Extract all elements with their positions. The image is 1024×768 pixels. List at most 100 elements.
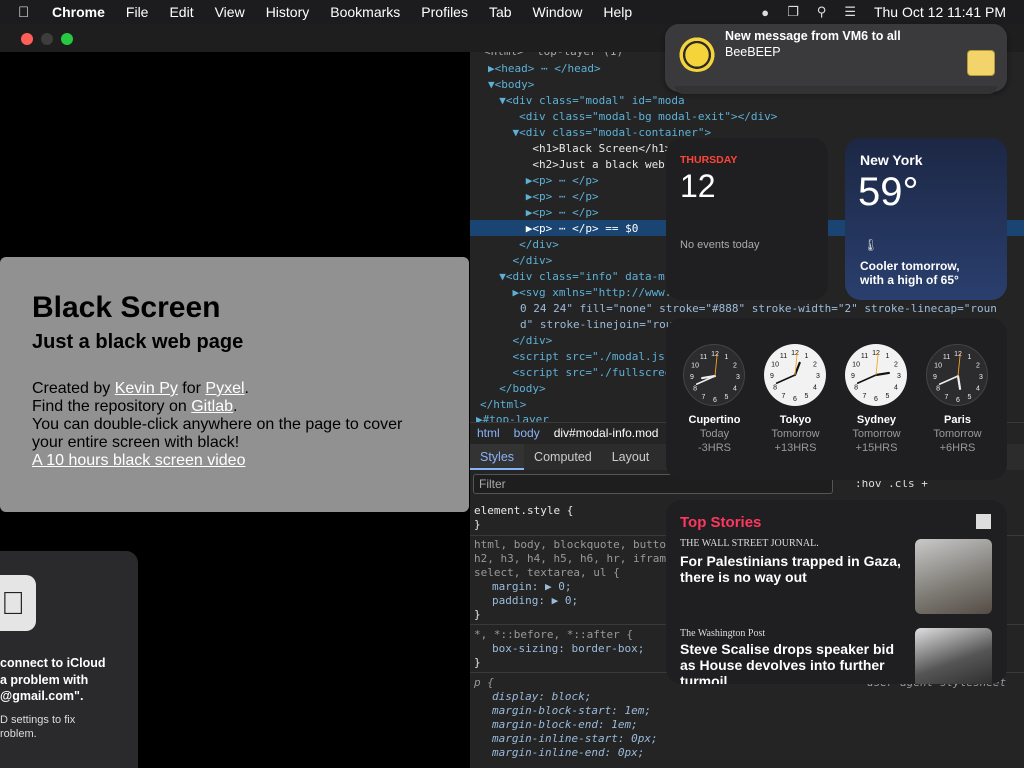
world-clock-widget[interactable]: 1 2 3 4 5 6 7 8 9 10 11 12 Cupertino Today -3HRS 1 2 3 4 5 6…	[666, 318, 1007, 480]
dom-line[interactable]: ▶#top-layer	[476, 412, 549, 422]
box-sizing-property[interactable]: box-sizing: border-box;	[492, 642, 644, 656]
beebeep-status-icon[interactable]: ●	[761, 5, 769, 20]
dom-line[interactable]: <h1>Black Screen</h1>	[486, 141, 671, 157]
kevin-py-link[interactable]: Kevin Py	[115, 380, 178, 397]
dom-line[interactable]: ▼<div class="modal" id="moda	[486, 93, 684, 109]
svg-text:11: 11	[700, 354, 707, 361]
svg-text:9: 9	[933, 374, 937, 381]
news-thumbnail[interactable]	[915, 539, 992, 614]
ua-property[interactable]: margin-block-start: 1em;	[492, 704, 651, 718]
ua-property[interactable]: display: block;	[492, 690, 591, 704]
clock-city: Tokyo	[779, 414, 812, 426]
close-window-button[interactable]	[21, 33, 33, 45]
tab-styles[interactable]: Styles	[470, 444, 525, 470]
svg-text:5: 5	[886, 393, 890, 400]
black-screen-video-link[interactable]: A 10 hours black screen video	[32, 452, 245, 469]
dom-line[interactable]: <div class="modal-bg modal-exit"></div>	[486, 109, 777, 125]
menu-view[interactable]: View	[215, 4, 245, 20]
svg-text:10: 10	[934, 363, 942, 370]
icloud-alert-body: D settings to fix roblem.	[0, 714, 76, 740]
dom-line[interactable]: <h2>Just a black web	[486, 157, 664, 173]
menubar-clock[interactable]: Thu Oct 12 11:41 PM	[874, 4, 1006, 20]
news-headline[interactable]: Steve Scalise drops speaker bid as House…	[680, 641, 902, 684]
screen-mirroring-icon[interactable]: ❐	[787, 4, 799, 20]
svg-text:12: 12	[791, 350, 799, 357]
menu-bookmarks[interactable]: Bookmarks	[330, 4, 400, 20]
page-title: Black Screen	[32, 291, 221, 324]
menu-window[interactable]: Window	[533, 4, 583, 20]
apple-menu-icon[interactable]: 	[18, 4, 38, 21]
dom-line-selected[interactable]: ▶<p> ⋯ </p> == $0	[486, 221, 639, 237]
rule-selector[interactable]: h2, h3, h4, h5, h6, hr, ifram	[474, 552, 666, 566]
dom-line[interactable]: ▶<p> ⋯ </p>	[486, 189, 599, 205]
rule-selector[interactable]: html, body, blockquote, butto	[474, 538, 666, 552]
dom-line[interactable]: ▼<div class="info" data-m	[486, 269, 665, 285]
svg-text:5: 5	[805, 393, 809, 400]
dom-line[interactable]: </div>	[486, 253, 552, 269]
rule-selector[interactable]: select, textarea, ul {	[474, 566, 620, 580]
menu-edit[interactable]: Edit	[169, 4, 193, 20]
ua-property[interactable]: margin-inline-end: 0px;	[492, 746, 644, 760]
dom-line[interactable]: ▶<svg xmlns="http://www.	[486, 285, 671, 301]
margin-property[interactable]: margin: ▶ 0;	[492, 580, 571, 594]
menu-help[interactable]: Help	[603, 4, 632, 20]
icloud-alert[interactable]:  connect to iCloud a problem with @gmai…	[0, 551, 138, 768]
rule-selector[interactable]: p {	[474, 676, 494, 690]
double-click-hint: You can double-click anywhere on the pag…	[32, 416, 403, 451]
menu-tab[interactable]: Tab	[489, 4, 512, 20]
news-thumbnail[interactable]	[915, 628, 992, 684]
dom-line[interactable]: ▶<p> ⋯ </p>	[486, 205, 599, 221]
weather-widget[interactable]: New York 59° 🌡 Cooler tomorrow, with a h…	[845, 138, 1007, 300]
rule-selector[interactable]: *, *::before, *::after {	[474, 628, 633, 642]
dom-line[interactable]: ▼<body>	[488, 77, 534, 93]
news-widget[interactable]: Top Stories THE WALL STREET JOURNAL. For…	[666, 500, 1007, 684]
pyxel-link[interactable]: Pyxel	[205, 380, 244, 397]
ua-property[interactable]: margin-inline-start: 0px;	[492, 732, 658, 746]
clock-city: Paris	[944, 414, 971, 426]
svg-text:1: 1	[886, 353, 890, 360]
dom-line[interactable]: <script src="./modal.js"	[486, 349, 671, 365]
spotlight-search-icon[interactable]: ⚲	[817, 4, 827, 20]
notification-subtitle: BeeBEEP	[725, 45, 781, 59]
calendar-widget[interactable]: THURSDAY 12 No events today	[666, 138, 828, 300]
repository-line: Find the repository on Gitlab.	[32, 398, 238, 415]
dom-line[interactable]: <script src="./fullscree	[486, 365, 671, 381]
menu-profiles[interactable]: Profiles	[421, 4, 468, 20]
dom-line[interactable]: <html> top-layer (1)	[484, 52, 623, 60]
dom-line[interactable]: </div>	[486, 237, 559, 253]
svg-text:11: 11	[780, 353, 787, 360]
breadcrumb-body[interactable]: body	[514, 426, 540, 440]
control-center-icon[interactable]: ☰	[844, 4, 856, 20]
news-headline[interactable]: For Palestinians trapped in Gaza, there …	[680, 553, 902, 585]
apple-news-icon	[976, 514, 991, 529]
dom-line[interactable]: </body>	[486, 381, 545, 397]
clock-day: Tomorrow	[852, 428, 901, 440]
gitlab-link[interactable]: Gitlab	[191, 398, 233, 415]
dom-line[interactable]: ▶<p> ⋯ </p>	[486, 173, 599, 189]
breadcrumb-div[interactable]: div#modal-info.mod	[554, 426, 659, 440]
tab-layout[interactable]: Layout	[602, 444, 660, 470]
svg-text:7: 7	[863, 393, 867, 400]
credits-line: Created by Kevin Py for Pyxel.	[32, 380, 249, 397]
svg-text:2: 2	[976, 363, 980, 370]
padding-property[interactable]: padding: ▶ 0;	[492, 594, 578, 608]
dom-line[interactable]: d" stroke-linejoin="rou	[520, 317, 672, 333]
dom-line[interactable]: </div>	[486, 333, 552, 349]
ua-property[interactable]: margin-block-end: 1em;	[492, 718, 638, 732]
tab-computed[interactable]: Computed	[524, 444, 602, 470]
dom-line[interactable]: ▶<head> ⋯ </head>	[488, 61, 601, 77]
svg-text:3: 3	[979, 374, 983, 381]
news-source: The Washington Post	[680, 628, 766, 639]
dom-line[interactable]: </html>	[480, 397, 526, 413]
dom-line[interactable]: 0 24 24" fill="none" stroke="#888" strok…	[520, 301, 997, 317]
zoom-window-button[interactable]	[61, 33, 73, 45]
beebeep-notification[interactable]: New message from VM6 to all BeeBEEP	[665, 24, 1007, 94]
menu-history[interactable]: History	[266, 4, 310, 20]
menu-app-chrome[interactable]: Chrome	[52, 4, 105, 20]
breadcrumb-html[interactable]: html	[477, 426, 500, 440]
notification-title: New message from VM6 to all	[725, 29, 901, 43]
svg-text:2: 2	[733, 363, 737, 370]
menu-file[interactable]: File	[126, 4, 149, 20]
minimize-window-button[interactable]	[41, 33, 53, 45]
element-style-rule[interactable]: element.style {	[474, 504, 573, 518]
